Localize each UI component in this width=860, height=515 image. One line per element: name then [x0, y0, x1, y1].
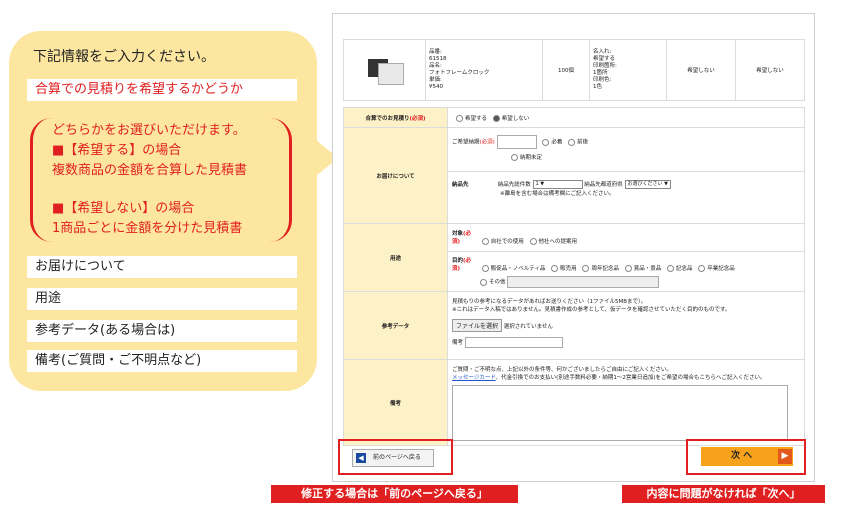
row-purpose: 用途 対象(必須) 自社での使用 他社への提案用 目的(必須) 販促品・ノベルテ… [343, 223, 805, 292]
reference-note-1: 見積もりの参考になるデータがあればお送りください（1ファイル5MBまで）。 [452, 299, 647, 305]
radio-aim-prize[interactable] [624, 265, 632, 272]
product-print: 名入れ: 希望する 印刷箇所: 1箇所 印刷色: 1色 [589, 39, 667, 101]
callout-title: 下記情報をご入力ください。 [33, 49, 215, 65]
form-panel: 品番: 61518 品名: フォトフレームクロック 単価: ¥540 100個 … [332, 13, 815, 482]
radio-combined-yes[interactable] [456, 114, 463, 122]
estimate-form: 合算でのお見積り(必須) 希望する 希望しない お届けについて ご希望納期(必須… [343, 107, 805, 446]
callout-note-3: 複数商品の金額を合算した見積書 [52, 163, 248, 178]
dest-pref-select[interactable]: お選びください ▼ [624, 180, 671, 189]
callout-row-purpose: 用途 [27, 288, 297, 310]
radio-aim-novelty[interactable] [481, 265, 489, 272]
callout-note-1: どちらかをお選びいただけます。 [52, 123, 246, 138]
memo-input[interactable] [464, 337, 563, 348]
radio-option-required[interactable] [542, 138, 550, 146]
dest-count-select[interactable]: 1 ▼ [532, 180, 583, 189]
product-col5: 希望しない [735, 39, 805, 101]
product-quantity: 100個 [542, 39, 590, 101]
aim-other-input[interactable] [507, 276, 660, 288]
back-arrow-icon: ◀ [356, 453, 366, 463]
next-button[interactable]: 次 へ ▶ [701, 447, 793, 466]
radio-target-other[interactable] [529, 238, 537, 245]
right-bracket [270, 118, 292, 242]
radio-undecided[interactable] [511, 154, 518, 161]
product-image [366, 55, 404, 85]
left-bracket [30, 118, 52, 242]
radio-target-self[interactable] [481, 238, 489, 245]
label-reference: 参考データ [343, 291, 448, 360]
callout-note-2: ■【希望する】の場合 [52, 143, 182, 158]
remarks-note-1: ご質問・ご不明な点、上記以外の条件等、何かございましたらご自由にご記入ください。 [452, 367, 672, 373]
label-delivery: お届けについて [343, 127, 448, 224]
radio-aim-other[interactable] [480, 278, 487, 286]
row-combined: 合算でのお見積り(必須) 希望する 希望しない [343, 107, 805, 128]
product-col4: 希望しない [666, 39, 736, 101]
file-status: 選択されていません [503, 324, 553, 330]
label-purpose: 用途 [343, 223, 448, 292]
label-remarks: 備考 [343, 359, 448, 446]
callout-row-delivery: お届けについて [27, 256, 297, 278]
row-reference: 参考データ 見積もりの参考になるデータがあればお送りください（1ファイル5MBま… [343, 291, 805, 360]
callout-note-5: ■【希望しない】の場合 [52, 201, 195, 216]
back-caption: 修正する場合は「前のページへ戻る」 [271, 485, 518, 503]
callout-note-6: 1商品ごとに金額を分けた見積書 [52, 221, 243, 236]
row-delivery: お届けについて ご希望納期(必須) 必着 前後 納期未定 納品先 納品先総件数 … [343, 127, 805, 224]
callout-row-remarks: 備考(ご質問・ご不明点など) [27, 350, 297, 372]
radio-aim-anniversary[interactable] [582, 265, 590, 272]
product-row: 品番: 61518 品名: フォトフレームクロック 単価: ¥540 100個 … [343, 39, 805, 101]
back-button[interactable]: ◀ 前のページへ戻る [352, 449, 434, 467]
next-caption: 内容に問題がなければ「次へ」 [622, 485, 825, 503]
label-combined: 合算でのお見積り [365, 115, 410, 122]
callout-row-reference: 参考データ(ある場合は) [27, 320, 297, 342]
remarks-textarea[interactable] [452, 385, 788, 441]
file-select-button[interactable]: ファイルを選択 [452, 319, 503, 332]
radio-aim-commemorative[interactable] [666, 265, 674, 272]
product-table: 品番: 61518 品名: フォトフレームクロック 単価: ¥540 100個 … [343, 39, 805, 101]
radio-aim-graduation[interactable] [698, 265, 706, 272]
desired-date-input[interactable] [496, 135, 537, 149]
message-card-link[interactable]: メッセージカード [452, 375, 496, 381]
next-arrow-icon: ▶ [778, 449, 792, 464]
reference-note-2: ※これはデータ入稿ではありません。見積書作成の参考として、仮データを確認させてい… [452, 307, 731, 313]
radio-combined-no[interactable] [492, 114, 500, 122]
radio-option-around[interactable] [568, 138, 576, 146]
dest-note: ※離島を含む場合は備考欄にご記入ください。 [500, 191, 615, 197]
radio-aim-sales[interactable] [551, 265, 559, 272]
row-remarks: 備考 ご質問・ご不明な点、上記以外の条件等、何かございましたらご自由にご記入くだ… [343, 359, 805, 446]
product-info: 品番: 61518 品名: フォトフレームクロック 単価: ¥540 [425, 39, 543, 101]
callout-row-estimate: 合算での見積りを希望するかどうか [27, 79, 297, 101]
